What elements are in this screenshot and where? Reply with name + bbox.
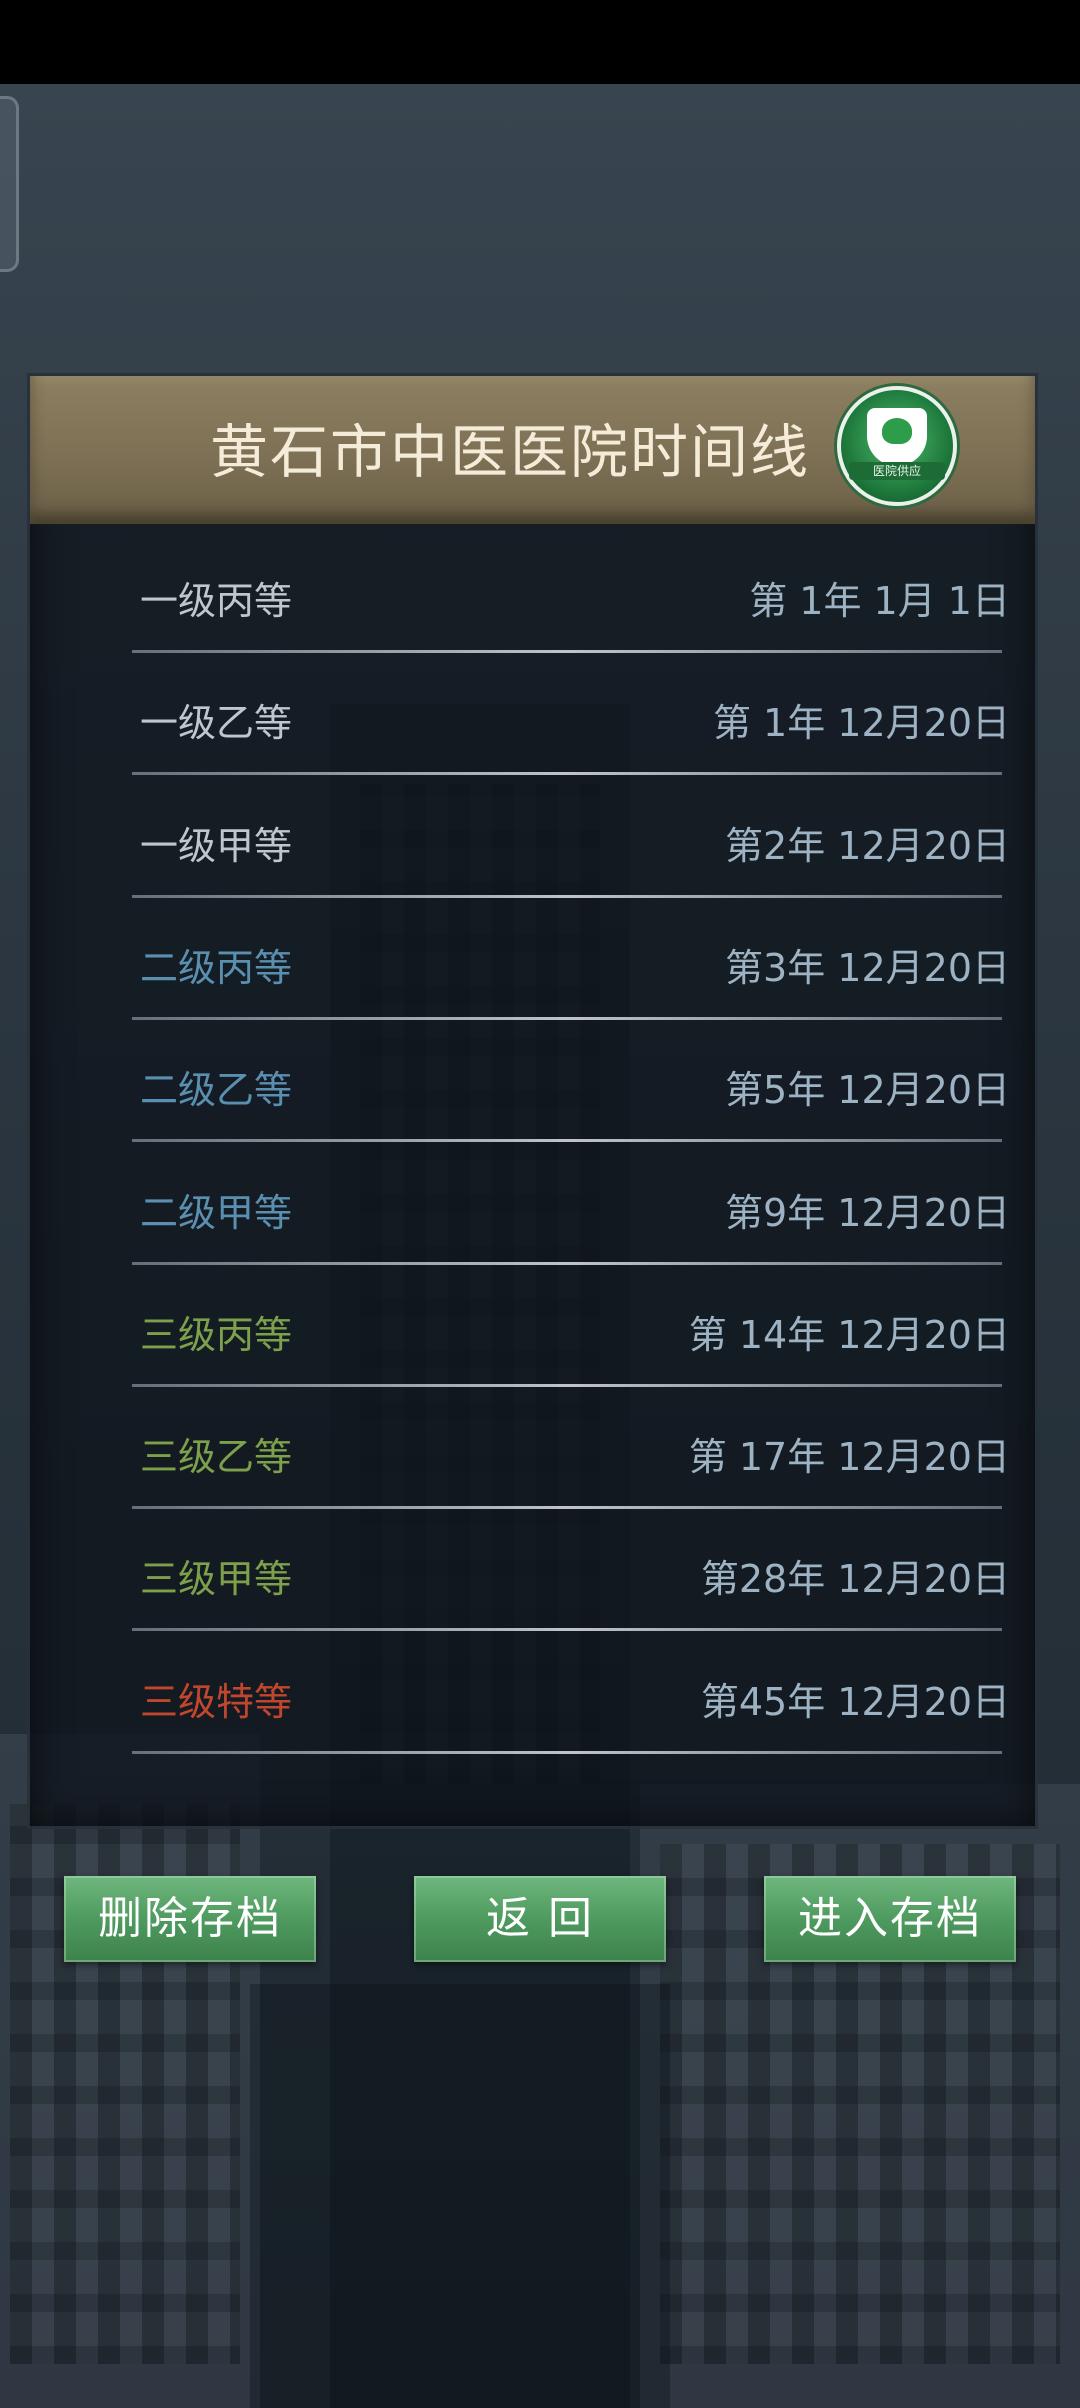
reached-date-label: 第45年 12月20日: [700, 1679, 1010, 1724]
reached-date-label: 第9年 12月20日: [725, 1190, 1010, 1235]
side-drawer-tab[interactable]: [0, 96, 19, 272]
row-divider: [132, 894, 1002, 898]
timeline-row: 二级丙等 第3年 12月20日: [102, 913, 1010, 1035]
row-divider: [132, 650, 1002, 653]
delete-save-button[interactable]: 删除存档: [64, 1876, 316, 1962]
timeline-row: 二级乙等 第5年 12月20日: [102, 1035, 1010, 1157]
timeline-row: 二级甲等 第9年 12月20日: [102, 1158, 1010, 1280]
reached-date-label: 第 1年 1月 1日: [749, 579, 1010, 623]
status-bar: [0, 0, 1080, 84]
back-button[interactable]: 返 回: [414, 1876, 666, 1962]
row-divider: [132, 1261, 1002, 1265]
reached-date-label: 第 17年 12月20日: [688, 1435, 1010, 1480]
hospital-badge-icon: 医院供应: [837, 386, 957, 506]
timeline-row: 一级乙等 第 1年 12月20日: [102, 668, 1010, 790]
row-divider: [132, 1139, 1002, 1143]
hospital-level-label: 一级甲等: [140, 823, 293, 868]
reached-date-label: 第 14年 12月20日: [688, 1312, 1010, 1357]
hospital-level-label: 二级丙等: [140, 945, 293, 990]
row-divider: [132, 1016, 1002, 1020]
reached-date-label: 第2年 12月20日: [725, 823, 1010, 868]
timeline-panel: 黄石市中医医院时间线 一级丙等 第 1年 1月 1日一级乙等 第 1年 12月20日…: [30, 376, 1035, 1826]
row-divider: [132, 772, 1002, 776]
timeline-row: 三级甲等 第28年 12月20日: [102, 1524, 1010, 1646]
timeline-row: 一级甲等 第2年 12月20日: [102, 791, 1010, 913]
reached-date-label: 第 1年 12月20日: [712, 701, 1010, 746]
reached-date-label: 第3年 12月20日: [725, 945, 1010, 990]
row-divider: [132, 1628, 1002, 1632]
hospital-level-label: 三级特等: [140, 1679, 293, 1724]
timeline-row: 一级丙等 第 1年 1月 1日: [102, 546, 1010, 668]
hospital-level-label: 二级甲等: [140, 1190, 293, 1235]
hospital-level-label: 一级乙等: [140, 701, 293, 746]
row-divider: [132, 1750, 1002, 1754]
timeline-row: 三级特等 第45年 12月20日: [102, 1647, 1010, 1769]
enter-save-button[interactable]: 进入存档: [764, 1876, 1016, 1962]
timeline-row: 三级丙等 第 14年 12月20日: [102, 1280, 1010, 1402]
reached-date-label: 第28年 12月20日: [700, 1557, 1010, 1602]
timeline-row: 三级乙等 第 17年 12月20日: [102, 1402, 1010, 1524]
reached-date-label: 第5年 12月20日: [725, 1068, 1010, 1113]
hospital-level-label: 一级丙等: [140, 579, 293, 623]
badge-ribbon: 医院供应: [849, 462, 945, 480]
panel-title: 黄石市中医医院时间线: [210, 418, 811, 486]
leaf-icon: [882, 418, 912, 444]
hospital-level-label: 三级乙等: [140, 1435, 293, 1480]
hospital-level-label: 三级丙等: [140, 1312, 293, 1357]
row-divider: [132, 1506, 1002, 1510]
row-divider: [132, 1383, 1002, 1387]
hospital-level-label: 二级乙等: [140, 1068, 293, 1113]
hospital-level-label: 三级甲等: [140, 1557, 293, 1602]
